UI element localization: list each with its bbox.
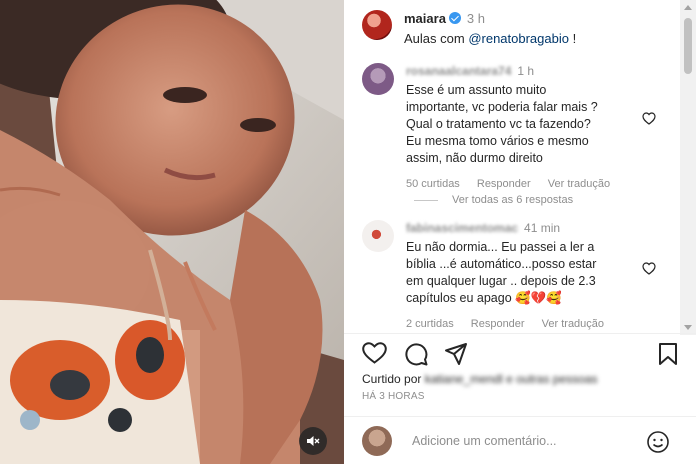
scroll-down-arrow-icon[interactable] — [684, 325, 692, 330]
caption-mention[interactable]: @renatobragabio — [468, 31, 569, 46]
comments-scrollbar[interactable] — [680, 0, 696, 335]
comment-input[interactable] — [410, 433, 634, 449]
post-time[interactable]: 3 h — [467, 11, 485, 26]
reply-button[interactable]: Responder — [471, 318, 525, 330]
comment-line: em qualquer lugar .. depois de 2.3 — [406, 274, 596, 288]
comment-line: bíblia ...é automático...posso estar — [406, 257, 597, 271]
comment-time[interactable]: 41 min — [524, 221, 560, 235]
comment-likes-count[interactable]: 2 curtidas — [406, 318, 454, 330]
view-replies-button[interactable]: Ver todas as 6 respostas — [414, 194, 573, 206]
liked-by-label: Curtido por — [362, 372, 422, 386]
comment-actions: 2 curtidas Responder Ver tradução — [406, 316, 618, 332]
comment-line: Esse é um assunto muito — [406, 83, 547, 97]
share-icon[interactable] — [444, 342, 468, 366]
scroll-up-arrow-icon[interactable] — [684, 5, 692, 10]
caption-text: Aulas com @renatobragabio ! — [404, 30, 576, 48]
comment-line: importante, vc poderia falar mais ? — [406, 100, 598, 114]
comment-username[interactable]: rosanaalcantara74 — [406, 64, 511, 78]
comment-username[interactable]: fabinascimentomac — [406, 221, 518, 235]
comment-line: assim, não durmo direito — [406, 151, 543, 165]
bookmark-icon[interactable] — [658, 342, 678, 366]
comment-line: Eu mesma tomo vários e mesmo — [406, 134, 589, 148]
avatar[interactable] — [362, 426, 392, 456]
post-photo — [0, 0, 344, 464]
add-comment-bar — [362, 424, 680, 458]
divider — [344, 416, 696, 417]
post-caption: maiara 3 h Aulas com @renatobragabio ! — [362, 10, 576, 48]
divider — [344, 333, 696, 334]
heart-icon[interactable] — [642, 262, 656, 275]
post-media[interactable] — [0, 0, 344, 464]
author-username[interactable]: maiara — [404, 11, 446, 26]
comment-item: fabinascimentomac 41 min Eu não dormia...… — [362, 220, 662, 332]
reply-button[interactable]: Responder — [477, 178, 531, 190]
comment-actions: 50 curtidas Responder Ver tradução — [406, 176, 624, 192]
heart-icon[interactable] — [642, 112, 656, 125]
scroll-thumb[interactable] — [684, 18, 692, 74]
translate-button[interactable]: Ver tradução — [542, 318, 604, 330]
post-detail-panel: maiara 3 h Aulas com @renatobragabio ! ro… — [344, 0, 696, 464]
caption-suffix: ! — [568, 31, 577, 46]
comment-icon[interactable] — [404, 342, 428, 366]
replies-divider — [414, 199, 438, 201]
avatar[interactable] — [362, 10, 392, 40]
post-actions — [362, 342, 680, 366]
comment-line: Qual o tratamento vc ta fazendo? — [406, 117, 591, 131]
comment-text: Eu não dormia... Eu passei a ler a bíbli… — [406, 239, 618, 307]
heart-icon[interactable] — [362, 342, 387, 364]
caption-prefix: Aulas com — [404, 31, 469, 46]
liked-by-users[interactable]: katiane_mendl e outras pessoas — [425, 372, 598, 386]
view-replies-label: Ver todas as 6 respostas — [452, 194, 574, 206]
comment-likes-count[interactable]: 50 curtidas — [406, 178, 460, 190]
comment-text: Esse é um assunto muito importante, vc p… — [406, 82, 624, 167]
avatar[interactable] — [362, 220, 394, 252]
muted-speaker-icon — [307, 436, 320, 446]
emoji-icon[interactable] — [646, 430, 670, 454]
translate-button[interactable]: Ver tradução — [548, 178, 610, 190]
avatar[interactable] — [362, 63, 394, 95]
mute-button[interactable] — [299, 427, 327, 455]
comment-line: Eu não dormia... Eu passei a ler a — [406, 240, 595, 254]
verified-badge-icon — [448, 12, 461, 24]
comment-line: capítulos eu apago 🥰💔🥰 — [406, 291, 562, 305]
comment-time[interactable]: 1 h — [517, 64, 534, 78]
comment-item: rosanaalcantara74 1 h Esse é um assunto m… — [362, 63, 662, 192]
liked-by: Curtido por katiane_mendl e outras pesso… — [362, 372, 598, 386]
post-timestamp[interactable]: HÁ 3 HORAS — [362, 391, 425, 402]
